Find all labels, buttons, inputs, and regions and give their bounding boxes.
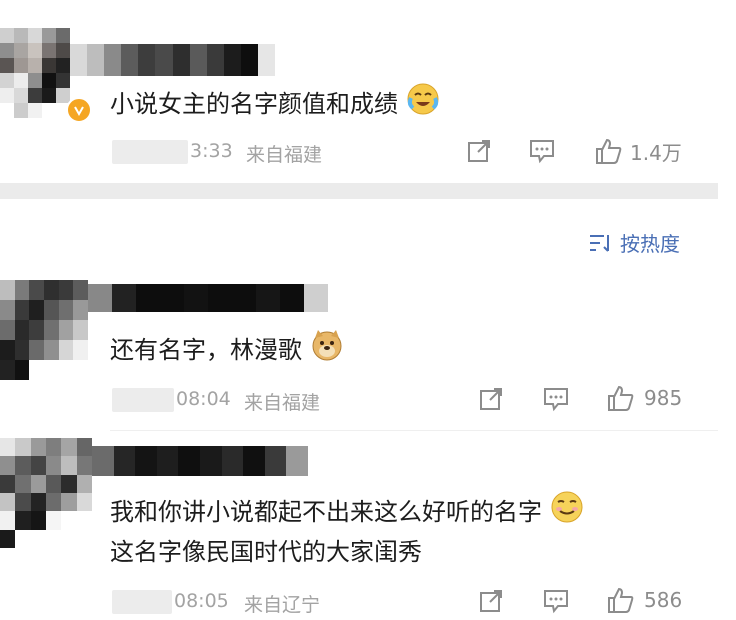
comment-text: 还有名字，林漫歌 — [110, 336, 302, 364]
comment-text-line2: 这名字像民国时代的大家闺秀 — [110, 538, 422, 566]
like-count: 586 — [644, 588, 683, 612]
comment-icon — [544, 388, 568, 412]
username[interactable] — [88, 284, 328, 312]
sort-by-heat-button[interactable]: 按热度 — [588, 228, 680, 257]
doge-emoji — [310, 328, 344, 374]
reply-button[interactable] — [542, 588, 570, 614]
comment-time: 3:33 — [190, 140, 233, 162]
comment-time: 08:04 — [176, 388, 231, 410]
comment-text: 我和你讲小说都起不出来这么好听的名字 — [110, 498, 542, 526]
comment-divider — [110, 430, 718, 431]
verified-badge — [66, 97, 92, 123]
time-blur — [112, 140, 188, 164]
like-count: 1.4万 — [630, 140, 682, 165]
repost-icon — [480, 590, 502, 612]
comment-text: 小说女主的名字颜值和成绩 — [110, 90, 398, 118]
comment-icon — [530, 140, 554, 164]
crying-laughing-emoji — [406, 82, 440, 128]
time-blur — [112, 590, 172, 614]
sort-lines-icon — [590, 234, 609, 252]
username[interactable] — [70, 44, 275, 76]
avatar[interactable] — [0, 28, 70, 118]
like-button[interactable]: 586 — [606, 585, 682, 615]
smirk-emoji — [550, 490, 584, 536]
avatar[interactable] — [0, 280, 88, 380]
repost-button[interactable] — [478, 386, 504, 412]
repost-button[interactable] — [466, 138, 492, 164]
v-badge-icon — [74, 106, 84, 116]
repost-icon — [480, 388, 502, 410]
repost-icon — [468, 140, 490, 162]
comment-time: 08:05 — [174, 590, 229, 612]
thumbs-up-icon — [608, 587, 634, 613]
thumbs-up-icon — [596, 138, 622, 164]
repost-button[interactable] — [478, 588, 504, 614]
thumbs-up-icon — [608, 385, 634, 411]
comment-source: 来自辽宁 — [244, 594, 321, 616]
like-button[interactable]: 1.4万 — [594, 136, 682, 166]
like-button[interactable]: 985 — [606, 383, 682, 413]
comment-icon — [544, 590, 568, 614]
section-separator — [0, 183, 718, 199]
username[interactable] — [92, 446, 308, 476]
sort-label: 按热度 — [620, 232, 680, 256]
like-count: 985 — [644, 386, 683, 410]
time-blur — [112, 388, 174, 412]
comment-source: 来自福建 — [246, 144, 323, 166]
reply-button[interactable] — [542, 386, 570, 412]
comment-source: 来自福建 — [244, 392, 321, 414]
reply-button[interactable] — [528, 138, 556, 164]
avatar[interactable] — [0, 438, 92, 548]
